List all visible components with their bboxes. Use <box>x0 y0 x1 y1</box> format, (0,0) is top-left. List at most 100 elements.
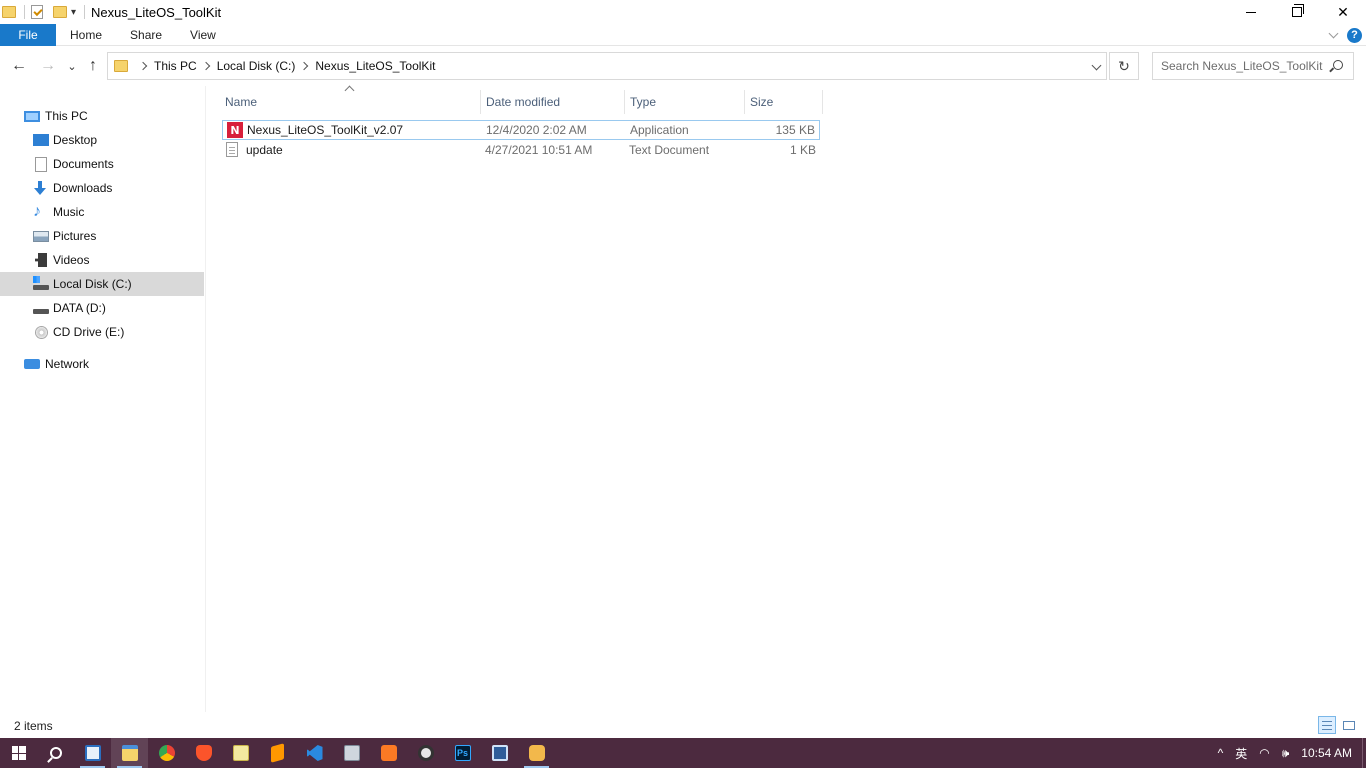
input-method-icon[interactable]: 英 <box>1235 745 1247 762</box>
window-controls: ✕ <box>1228 0 1366 24</box>
up-button[interactable]: ↑ <box>83 56 103 76</box>
file-list: Name Date modified Type Size N Nexus_Lit… <box>206 85 1366 712</box>
sidebar-item-network[interactable]: Network <box>0 352 204 376</box>
taskbar-network-tool[interactable] <box>333 738 370 768</box>
download-icon <box>33 181 47 195</box>
volume-icon[interactable]: 🕪 <box>1282 746 1290 761</box>
expand-ribbon-chevron-down-icon[interactable] <box>1328 28 1339 38</box>
help-icon[interactable]: ? <box>1347 27 1362 43</box>
taskbar-notepad[interactable] <box>222 738 259 768</box>
taskbar-search-button[interactable] <box>37 738 74 768</box>
large-icons-view-button[interactable] <box>1340 716 1358 734</box>
tab-view[interactable]: View <box>176 24 230 46</box>
refresh-button[interactable]: ↻ <box>1109 52 1139 80</box>
tab-share[interactable]: Share <box>116 24 176 46</box>
file-size: 1 KB <box>789 143 816 157</box>
sidebar-item-documents[interactable]: Documents <box>0 152 204 176</box>
minimize-button[interactable] <box>1228 0 1274 24</box>
taskbar-vscode[interactable] <box>296 738 333 768</box>
sidebar-item-label: Music <box>53 205 85 219</box>
file-date-modified: 12/4/2020 2:02 AM <box>486 123 587 137</box>
sidebar-item-label: CD Drive (E:) <box>53 325 125 339</box>
new-folder-icon[interactable] <box>53 6 67 18</box>
taskbar-file-explorer[interactable] <box>111 738 148 768</box>
column-divider[interactable] <box>480 90 481 114</box>
chevron-right-icon[interactable] <box>300 61 309 71</box>
sort-ascending-icon <box>344 85 355 96</box>
column-header-date-modified[interactable]: Date modified <box>486 90 560 114</box>
tab-home[interactable]: Home <box>56 24 116 46</box>
restore-button[interactable] <box>1274 0 1320 24</box>
search-icon[interactable] <box>1333 60 1343 70</box>
taskbar-obs[interactable] <box>407 738 444 768</box>
column-divider[interactable] <box>822 90 823 114</box>
sidebar-item-label: Network <box>45 357 90 371</box>
cd-icon <box>35 325 48 339</box>
sidebar-item-label: Downloads <box>53 181 113 195</box>
task-view-icon <box>84 745 101 761</box>
text-document-icon <box>226 142 238 157</box>
taskbar-sublime[interactable] <box>259 738 296 768</box>
sidebar-item-cd-drive-e[interactable]: CD Drive (E:) <box>0 320 204 344</box>
taskbar-xampp[interactable] <box>370 738 407 768</box>
computer-icon <box>24 110 40 122</box>
start-button[interactable] <box>0 738 37 768</box>
column-header-name[interactable]: Name <box>225 90 257 114</box>
address-row: ← → ⌄ ↑ This PC Local Disk (C:) Nexus_Li… <box>0 46 1366 86</box>
sidebar-item-data-d[interactable]: DATA (D:) <box>0 296 204 320</box>
view-toggle <box>1318 716 1358 734</box>
breadcrumb-local-disk[interactable]: Local Disk (C:) <box>217 59 296 73</box>
show-hidden-icons-chevron-up-icon[interactable]: ^ <box>1218 746 1224 760</box>
column-header-type[interactable]: Type <box>630 90 656 114</box>
address-history-chevron-down-icon[interactable] <box>1091 60 1102 71</box>
properties-icon[interactable] <box>31 5 43 19</box>
breadcrumb-current-folder[interactable]: Nexus_LiteOS_ToolKit <box>315 59 435 73</box>
folder-icon <box>114 60 128 72</box>
sidebar-item-this-pc[interactable]: This PC <box>0 104 204 128</box>
close-button[interactable]: ✕ <box>1320 0 1366 24</box>
clock[interactable]: 10:54 AM <box>1301 746 1352 760</box>
sidebar-item-desktop[interactable]: Desktop <box>0 128 204 152</box>
sidebar-item-local-disk-c[interactable]: Local Disk (C:) <box>0 272 204 296</box>
wifi-icon[interactable]: ◠ <box>1259 746 1269 760</box>
sidebar-item-downloads[interactable]: Downloads <box>0 176 204 200</box>
vscode-icon <box>306 745 323 761</box>
taskbar-rdp[interactable] <box>481 738 518 768</box>
minimize-icon <box>1246 11 1256 13</box>
forward-button[interactable]: → <box>38 56 58 76</box>
customize-quick-access-chevron-down-icon[interactable]: ▾ <box>71 7 76 18</box>
breadcrumb-this-pc[interactable]: This PC <box>154 59 197 73</box>
documents-icon <box>35 156 47 172</box>
address-bar[interactable]: This PC Local Disk (C:) Nexus_LiteOS_Too… <box>107 52 1107 80</box>
sidebar-item-music[interactable]: ♪ Music <box>0 200 204 224</box>
window-title: Nexus_LiteOS_ToolKit <box>91 4 222 20</box>
chevron-right-icon[interactable] <box>138 61 148 71</box>
chevron-right-icon[interactable] <box>201 61 210 71</box>
search-box[interactable] <box>1152 52 1354 80</box>
file-name: Nexus_LiteOS_ToolKit_v2.07 <box>247 123 404 137</box>
application-icon: N <box>227 122 243 138</box>
file-name: update <box>246 143 283 157</box>
table-row[interactable]: N Nexus_LiteOS_ToolKit_v2.07 12/4/2020 2… <box>222 120 820 140</box>
network-tool-icon <box>343 745 360 761</box>
sidebar-item-videos[interactable]: Videos <box>0 248 204 272</box>
taskbar-photoshop[interactable]: Ps <box>444 738 481 768</box>
sidebar-item-label: Local Disk (C:) <box>53 277 132 291</box>
show-desktop-button[interactable] <box>1362 738 1366 768</box>
search-input[interactable] <box>1161 59 1327 73</box>
column-divider[interactable] <box>744 90 745 114</box>
taskbar-chrome[interactable] <box>148 738 185 768</box>
table-row[interactable]: update 4/27/2021 10:51 AM Text Document … <box>222 141 820 161</box>
column-header-size[interactable]: Size <box>750 90 773 114</box>
sidebar-item-label: This PC <box>45 109 88 123</box>
sidebar-item-pictures[interactable]: Pictures <box>0 224 204 248</box>
back-button[interactable]: ← <box>9 56 29 76</box>
tab-file[interactable]: File <box>0 23 56 46</box>
details-view-button[interactable] <box>1318 716 1336 734</box>
recent-locations-chevron-down-icon[interactable]: ⌄ <box>62 56 82 76</box>
taskbar-app[interactable] <box>518 738 555 768</box>
file-date-modified: 4/27/2021 10:51 AM <box>485 143 593 157</box>
taskbar-brave[interactable] <box>185 738 222 768</box>
column-divider[interactable] <box>624 90 625 114</box>
taskbar-task-view[interactable] <box>74 738 111 768</box>
